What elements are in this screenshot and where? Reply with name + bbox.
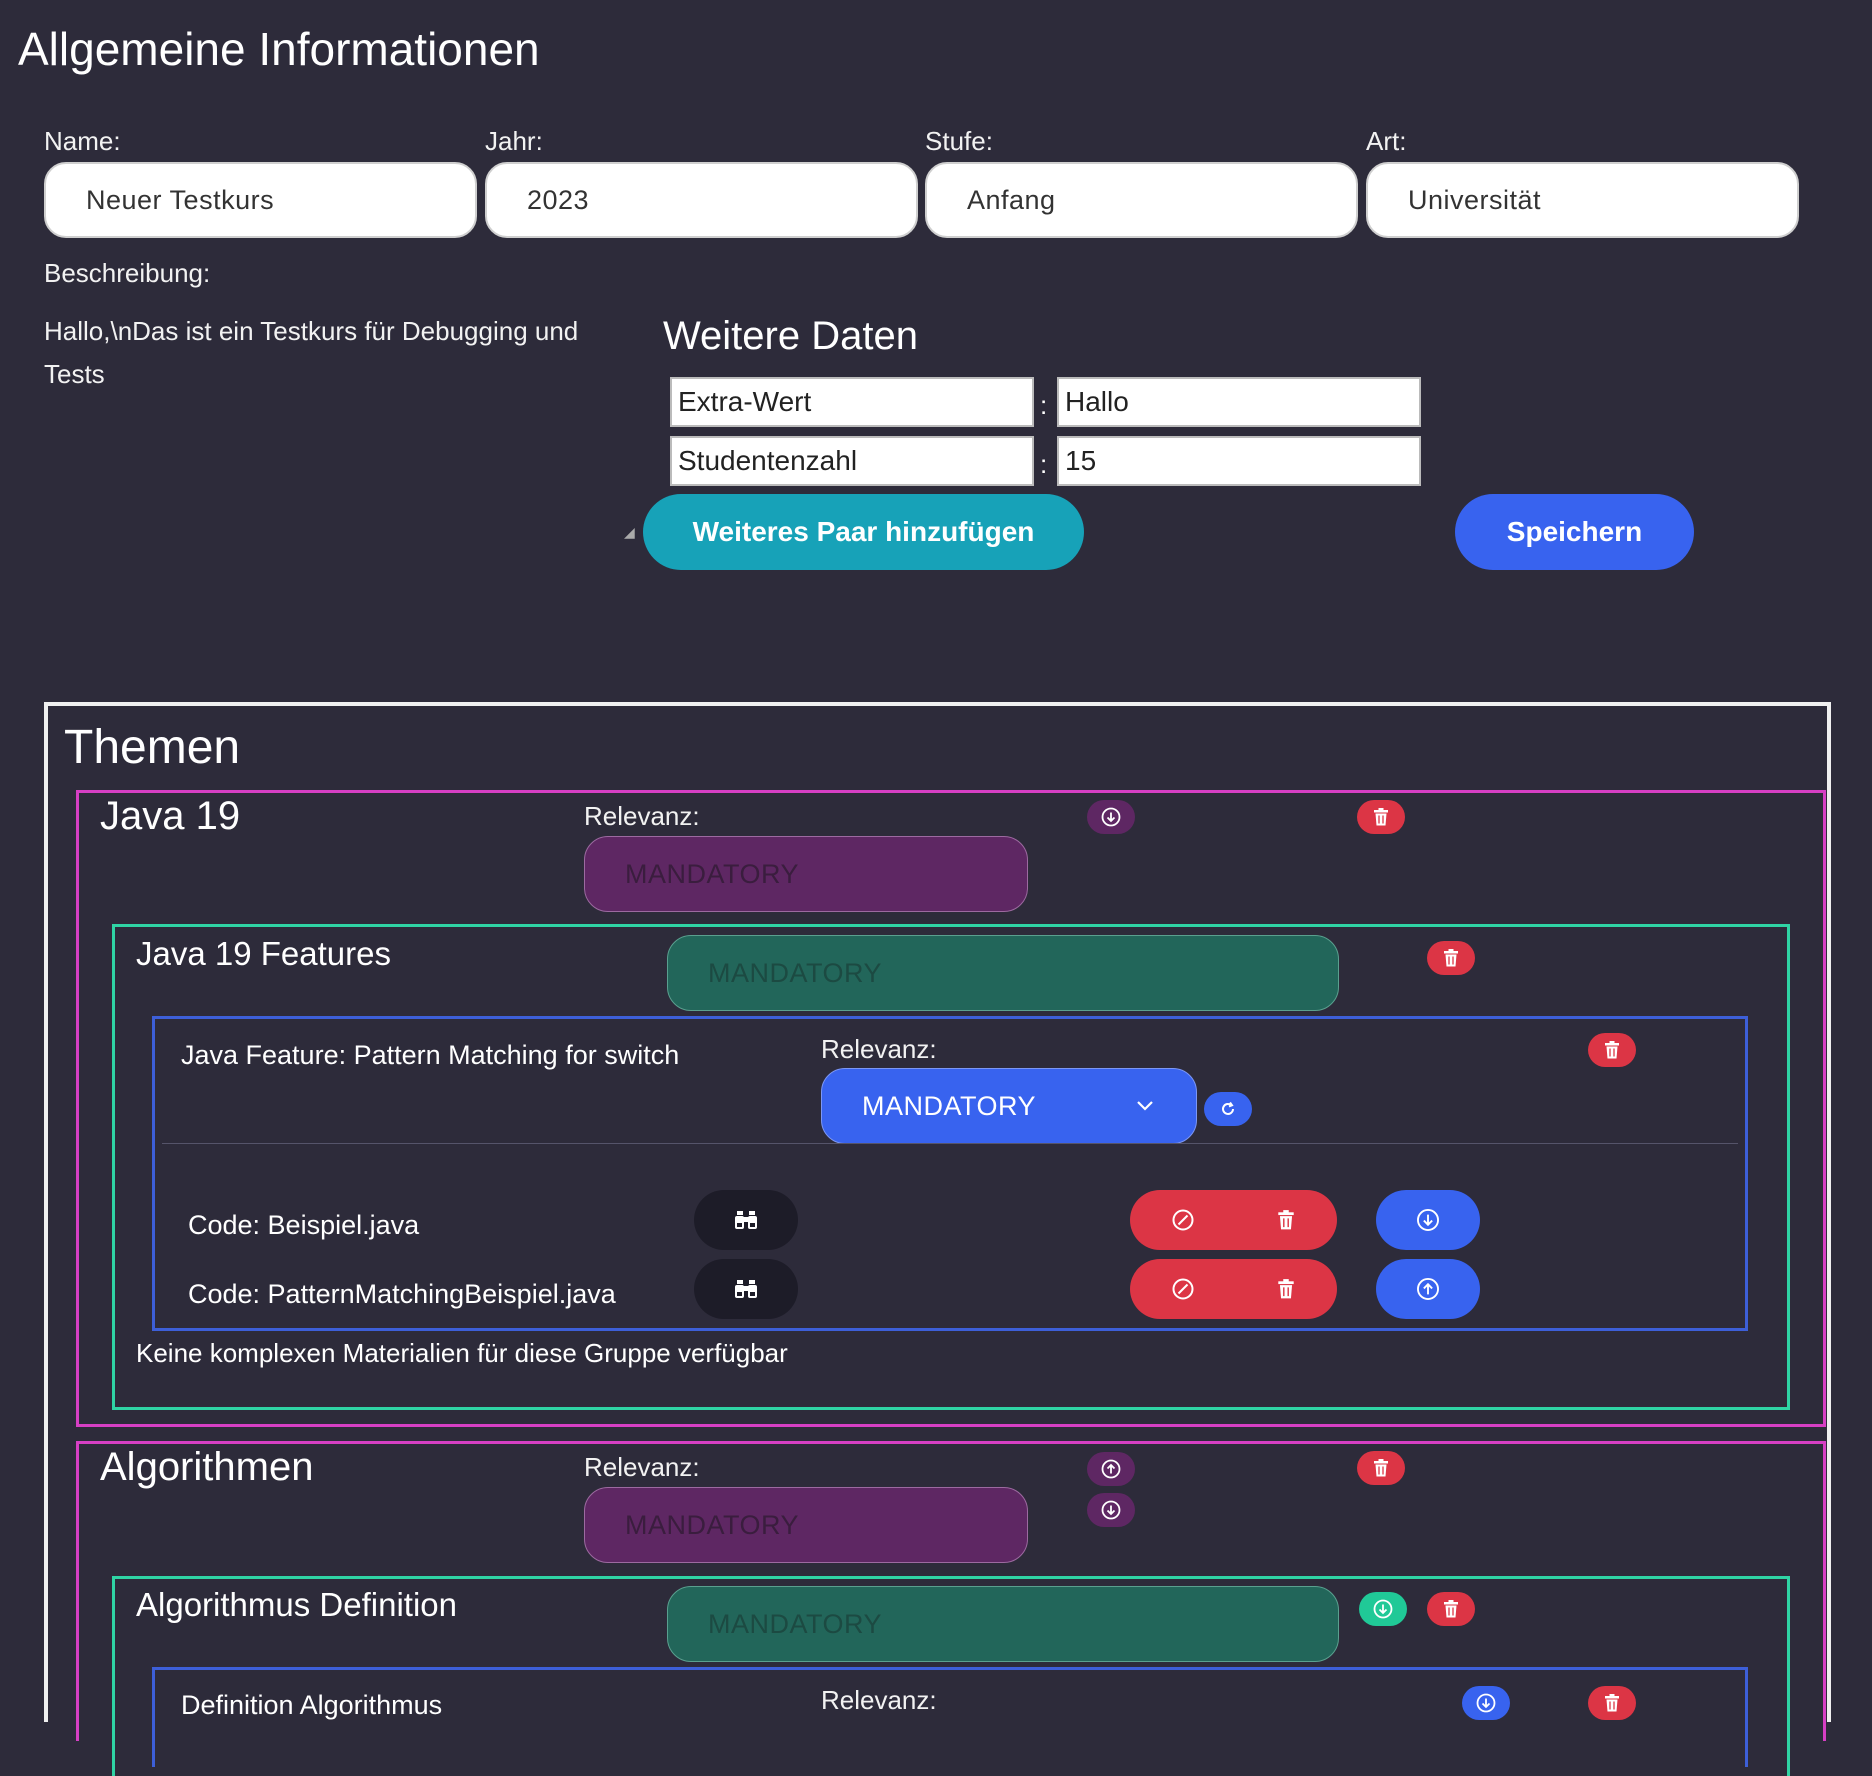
page-title: Allgemeine Informationen [18,23,540,75]
arrow-up-circle-icon [1101,1459,1121,1479]
feature-relevance-select[interactable]: MANDATORY [821,1068,1197,1144]
feature-title-definition-algorithmus: Definition Algorithmus [181,1690,443,1720]
move-material-up-button-2[interactable] [1376,1259,1480,1319]
extra-value-input-2[interactable]: 15 [1057,436,1421,486]
extra-value-1: Hallo [1065,386,1129,417]
subgroup-relevance-value-algorithmus-definition: MANDATORY [708,1608,883,1639]
level-value: Anfang [967,184,1056,215]
view-material-button-1[interactable] [694,1190,798,1250]
extra-key-2: Studentenzahl [678,445,858,476]
level-input[interactable]: Anfang [925,162,1358,238]
material-actions-group-2 [1130,1259,1337,1319]
trash-icon [1278,1210,1294,1230]
type-label: Art: [1366,126,1407,156]
name-input[interactable]: Neuer Testkurs [44,162,477,238]
year-value: 2023 [527,184,590,215]
reset-relevance-button[interactable] [1204,1092,1252,1126]
extra-value-2: 15 [1065,445,1097,476]
group-relevance-value-algorithmen: MANDATORY [625,1509,800,1540]
delete-button-pattern-matching[interactable] [1588,1033,1636,1067]
trash-icon [1444,1600,1458,1618]
group-relevance-algorithmen[interactable]: MANDATORY [584,1487,1028,1563]
delete-button-algorithmen[interactable] [1357,1451,1405,1485]
trash-icon [1444,949,1458,967]
arrow-down-circle-icon [1417,1209,1439,1231]
move-up-button-algorithmen[interactable] [1087,1452,1135,1486]
move-material-down-button-1[interactable] [1376,1190,1480,1250]
delete-button-java19[interactable] [1357,800,1405,834]
refresh-icon [1222,1101,1234,1115]
delete-material-button-1[interactable] [1276,1209,1296,1231]
description-line-1: Hallo,\nDas ist ein Testkurs für Debuggi… [44,316,579,346]
ban-icon [1172,1209,1194,1231]
delete-material-button-2[interactable] [1276,1278,1296,1300]
group-title-java19: Java 19 [100,794,241,838]
arrow-up-circle-icon [1417,1278,1439,1300]
feature-relevance-value: MANDATORY [862,1090,1037,1121]
trash-icon [1605,1694,1619,1712]
material-label-1: Code: Beispiel.java [188,1210,420,1240]
save-button[interactable]: Speichern [1455,494,1694,570]
add-pair-button[interactable]: Weiteres Paar hinzufügen [643,494,1084,570]
group-relevance-value-java19: MANDATORY [625,858,800,889]
group-relevance-label-algorithmen: Relevanz: [584,1452,700,1482]
group-title-algorithmen: Algorithmen [100,1445,314,1489]
delete-button-java19-features[interactable] [1427,941,1475,975]
view-material-button-2[interactable] [694,1259,798,1319]
delete-button-algorithmus-definition[interactable] [1427,1592,1475,1626]
material-actions-group-1 [1130,1190,1337,1250]
extra-key-input-2[interactable]: Studentenzahl [670,436,1034,486]
year-label: Jahr: [485,126,543,156]
kv-separator-2: : [1040,449,1048,479]
move-down-button-java19[interactable] [1087,800,1135,834]
arrow-down-circle-icon [1476,1693,1496,1713]
description-textarea[interactable]: Hallo,\nDas ist ein Testkurs für Debuggi… [44,310,644,540]
extra-data-heading: Weitere Daten [663,314,918,358]
name-label: Name: [44,126,121,156]
extra-key-1: Extra-Wert [678,386,812,417]
binoculars-icon [735,1280,757,1298]
textarea-resize-handle[interactable]: ◢ [624,524,635,541]
move-down-button-definition-algorithmus[interactable] [1462,1686,1510,1720]
kv-separator-1: : [1040,390,1048,420]
binoculars-icon [735,1211,757,1229]
subgroup-title-algorithmus-definition: Algorithmus Definition [136,1586,457,1623]
material-label-2: Code: PatternMatchingBeispiel.java [188,1279,616,1309]
description-label: Beschreibung: [44,258,211,288]
arrow-down-circle-icon [1101,1500,1121,1520]
trash-icon [1374,1459,1388,1477]
group-relevance-label-java19: Relevanz: [584,801,700,831]
empty-materials-note: Keine komplexen Materialien für diese Gr… [136,1338,788,1368]
name-value: Neuer Testkurs [86,184,275,215]
chevron-down-icon [1137,1101,1153,1111]
type-value: Universität [1408,184,1542,215]
delete-button-definition-algorithmus[interactable] [1588,1686,1636,1720]
move-down-button-algorithmus-definition[interactable] [1359,1592,1407,1626]
trash-icon [1374,808,1388,826]
themes-heading: Themen [64,721,241,774]
type-input[interactable]: Universität [1366,162,1799,238]
description-line-2: Tests [44,359,105,389]
disable-material-button-1[interactable] [1171,1208,1195,1232]
subgroup-title-java19-features: Java 19 Features [136,935,391,972]
extra-value-input-1[interactable]: Hallo [1057,377,1421,427]
arrow-down-circle-icon [1101,807,1121,827]
feature-title-pattern-matching: Java Feature: Pattern Matching for switc… [181,1040,680,1070]
feature-relevance-label-definition: Relevanz: [821,1685,937,1715]
trash-icon [1278,1279,1294,1299]
feature-divider [162,1143,1738,1144]
feature-relevance-label: Relevanz: [821,1034,937,1064]
group-relevance-java19[interactable]: MANDATORY [584,836,1028,912]
move-down-button-algorithmen[interactable] [1087,1493,1135,1527]
subgroup-relevance-java19-features[interactable]: MANDATORY [667,935,1339,1011]
subgroup-relevance-algorithmus-definition[interactable]: MANDATORY [667,1586,1339,1662]
subgroup-relevance-value-java19-features: MANDATORY [708,957,883,988]
disable-material-button-2[interactable] [1171,1277,1195,1301]
level-label: Stufe: [925,126,993,156]
extra-key-input-1[interactable]: Extra-Wert [670,377,1034,427]
arrow-down-circle-icon [1373,1599,1393,1619]
ban-icon [1172,1278,1194,1300]
year-input[interactable]: 2023 [485,162,918,238]
trash-icon [1605,1041,1619,1059]
